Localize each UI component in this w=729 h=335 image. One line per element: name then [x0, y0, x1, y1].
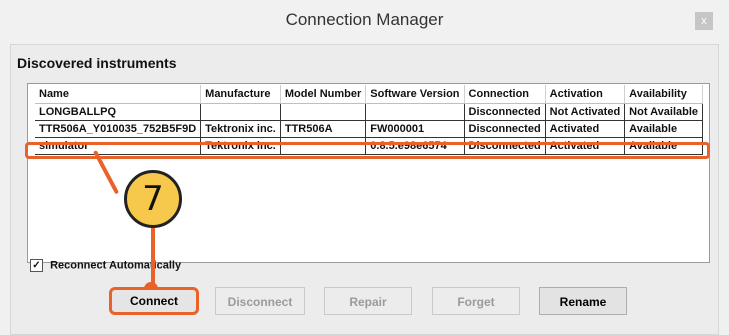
connection-manager-window: Connection Manager x Discovered instrume… [0, 0, 729, 335]
table-row[interactable]: TTR506A_Y010035_752B5F9D Tektronix inc. … [35, 120, 704, 138]
callout-connector [151, 228, 155, 288]
cell-name: TTR506A_Y010035_752B5F9D [35, 120, 202, 138]
cell-model-number: TTR506A [280, 120, 367, 138]
instruments-table-container: Name Manufacture Model Number Software V… [27, 83, 710, 263]
reconnect-automatically-row[interactable]: ✓ Reconnect Automatically [30, 259, 181, 272]
column-header-availability[interactable]: Availability [624, 85, 704, 104]
repair-button[interactable]: Repair [324, 287, 412, 315]
title-bar: Connection Manager x [0, 0, 729, 42]
table-row[interactable]: LONGBALLPQ Disconnected Not Activated No… [35, 103, 704, 121]
connect-button[interactable]: Connect [109, 287, 199, 315]
forget-button[interactable]: Forget [432, 287, 520, 315]
cell-software-version: FW000001 [365, 120, 465, 138]
cell-activation: Not Activated [545, 103, 626, 121]
cell-model-number [280, 103, 367, 121]
column-header-model-number[interactable]: Model Number [280, 85, 367, 104]
cell-software-version [365, 103, 465, 121]
cell-name: LONGBALLPQ [35, 103, 202, 121]
reconnect-label: Reconnect Automatically [50, 259, 182, 272]
column-header-name[interactable]: Name [35, 85, 202, 104]
step-callout-badge: 7 [124, 170, 182, 228]
cell-availability: Not Available [624, 103, 704, 121]
column-header-connection[interactable]: Connection [464, 85, 546, 104]
row-highlight-annotation [25, 142, 710, 159]
section-title: Discovered instruments [17, 55, 177, 71]
cell-manufacture: Tektronix inc. [200, 120, 281, 138]
reconnect-checkbox[interactable]: ✓ [30, 259, 43, 272]
cell-connection: Disconnected [464, 103, 546, 121]
window-title: Connection Manager [285, 10, 444, 29]
cell-availability: Available [624, 120, 704, 138]
rename-button[interactable]: Rename [539, 287, 627, 315]
column-header-manufacture[interactable]: Manufacture [200, 85, 281, 104]
cell-connection: Disconnected [464, 120, 546, 138]
column-header-software-version[interactable]: Software Version [365, 85, 465, 104]
table-header-row: Name Manufacture Model Number Software V… [35, 85, 704, 104]
cell-activation: Activated [545, 120, 626, 138]
disconnect-button[interactable]: Disconnect [215, 287, 305, 315]
column-header-activation[interactable]: Activation [545, 85, 626, 104]
close-button[interactable]: x [695, 12, 713, 30]
cell-manufacture [200, 103, 281, 121]
